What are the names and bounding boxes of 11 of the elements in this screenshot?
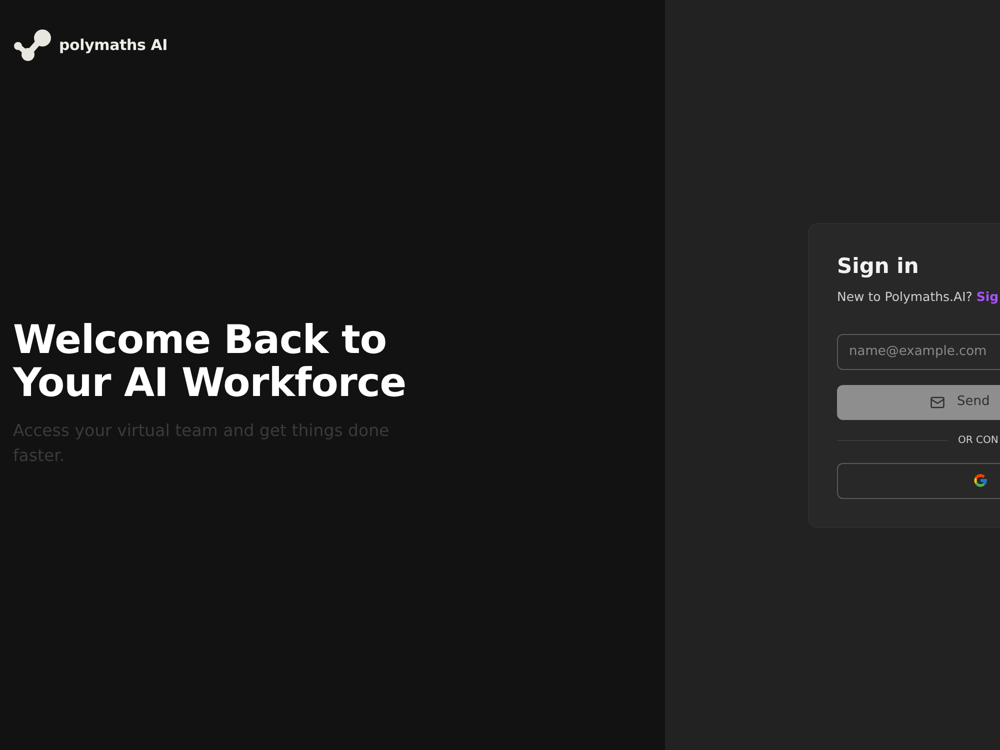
hero-heading: Welcome Back to Your AI Workforce	[13, 319, 406, 405]
brand-name: polymaths AI	[59, 34, 168, 56]
email-field[interactable]: name@example.com	[837, 334, 1000, 370]
divider-text: OR CON	[958, 434, 998, 446]
google-button[interactable]	[837, 462, 1000, 498]
logo-icon	[14, 29, 51, 61]
google-icon	[973, 473, 988, 488]
signup-link[interactable]: Sig	[976, 288, 999, 304]
signup-prompt: New to Polymaths.AI? Sig	[837, 288, 999, 306]
mail-icon	[930, 394, 945, 410]
signin-title: Sign in	[837, 252, 919, 280]
